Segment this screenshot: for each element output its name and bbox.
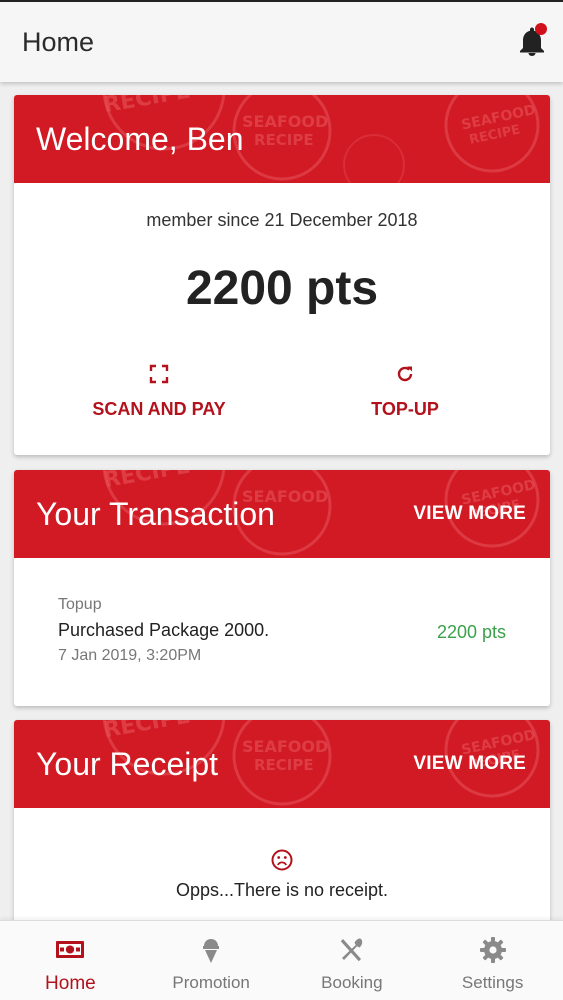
nav-home[interactable]: Home [0,921,141,1000]
transaction-card: RECIPE SEAFOOD SEAFOOD RECIPE Your Trans… [14,470,550,706]
nav-booking-label: Booking [321,973,383,992]
welcome-title: Welcome, Ben [36,120,244,157]
transaction-description: Purchased Package 2000. [58,620,270,640]
wallet-icon [56,941,85,958]
pattern-text: RECIPE [102,470,192,493]
ice-cream-icon [203,939,220,963]
nav-promotion[interactable]: Promotion [141,921,282,1000]
notification-button[interactable] [515,23,549,59]
receipt-card: RECIPE SEAFOOD RECIPE SEAFOOD RECIPE You… [14,720,550,930]
scan-icon [149,364,169,384]
gear-icon [479,937,506,963]
page-title: Home [22,26,95,57]
transaction-banner: RECIPE SEAFOOD SEAFOOD RECIPE Your Trans… [14,470,550,558]
welcome-banner: RECIPE SEAFOOD RECIPE SEAFOOD RECIPE Wel… [14,95,550,183]
member-since: member since 21 December 2018 [146,210,418,230]
refresh-icon [397,366,413,382]
transaction-view-more-button[interactable]: VIEW MORE [413,503,526,525]
transaction-type: Topup [58,596,102,613]
pattern-text: RECIPE [254,131,314,149]
receipt-title: Your Receipt [36,745,219,782]
transaction-date: 7 Jan 2019, 3:20PM [58,647,202,664]
utensils-icon [340,938,363,962]
welcome-card: RECIPE SEAFOOD RECIPE SEAFOOD RECIPE Wel… [14,95,550,455]
pattern-text: RECIPE [254,756,314,774]
quick-actions: SCAN AND PAY TOP-UP [14,363,550,443]
transaction-title: Your Transaction [36,495,275,532]
nav-settings-label: Settings [461,973,524,992]
receipt-view-more-button[interactable]: VIEW MORE [413,753,526,775]
nav-promotion-label: Promotion [172,973,250,992]
scan-and-pay-button[interactable]: SCAN AND PAY [59,363,259,420]
app-bar: Home [0,0,563,82]
top-up-button[interactable]: TOP-UP [305,363,505,420]
points-balance: 2200 pts [185,262,379,315]
nav-home-label: Home [45,973,96,994]
scan-and-pay-label: SCAN AND PAY [92,399,226,419]
pattern-text: SEAFOOD [242,112,328,131]
top-up-label: TOP-UP [371,399,439,419]
receipt-empty-state: Opps...There is no receipt. [14,848,550,901]
receipt-banner: RECIPE SEAFOOD RECIPE SEAFOOD RECIPE You… [14,720,550,808]
pattern-text: RECIPE [102,720,192,743]
transaction-amount: 2200 pts [436,622,506,642]
nav-settings[interactable]: Settings [422,921,563,1000]
receipt-empty-message: Opps...There is no receipt. [175,880,389,900]
transaction-item[interactable]: Topup Purchased Package 2000. 7 Jan 2019… [14,596,550,676]
sad-face-icon [271,849,293,871]
nav-booking[interactable]: Booking [282,921,423,1000]
notification-dot [535,23,547,35]
pattern-text: SEAFOOD [242,737,328,756]
bottom-navigation: Home Promotion Booking Settings [0,920,563,1000]
pattern-text: RECIPE [102,95,192,118]
